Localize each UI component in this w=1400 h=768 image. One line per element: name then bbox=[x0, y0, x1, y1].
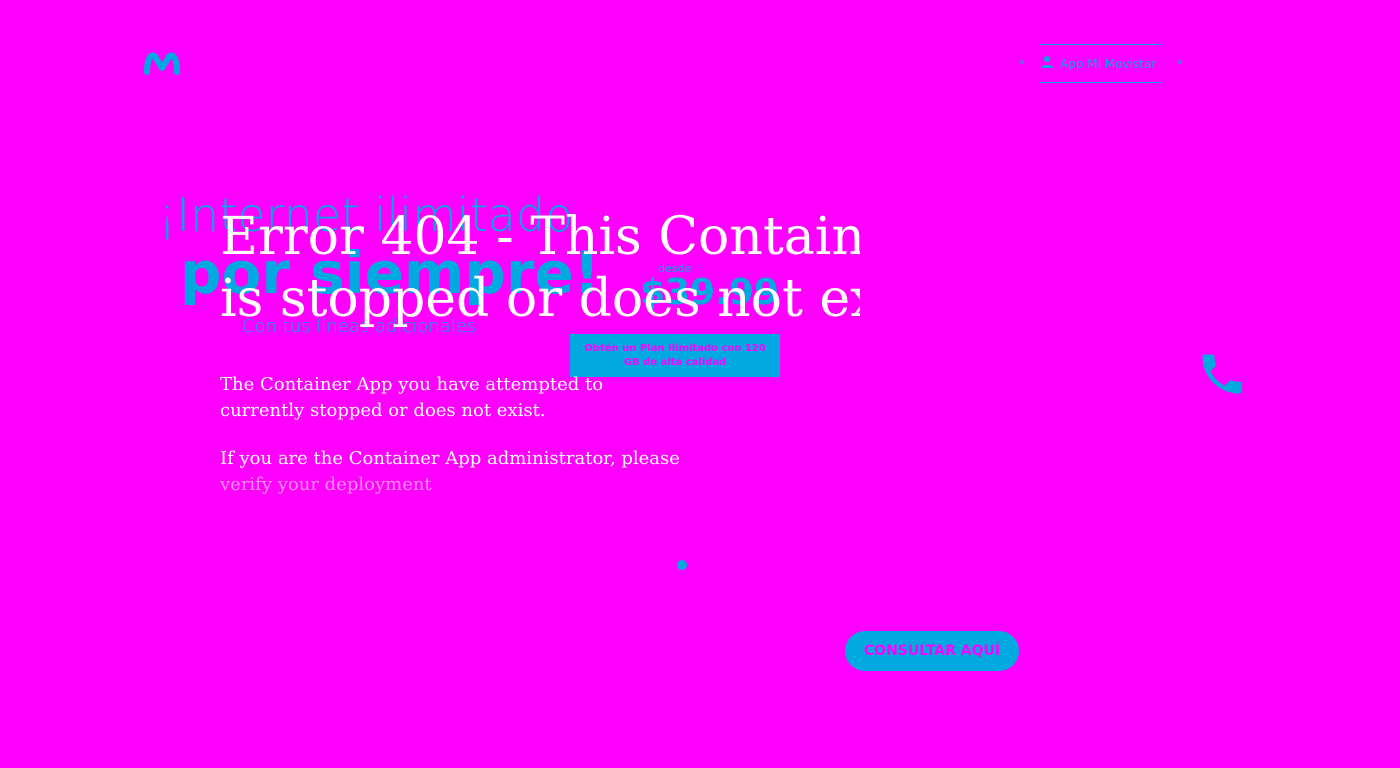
user-icon bbox=[1040, 55, 1054, 72]
error-p2-line-1: If you are the Container App administrat… bbox=[220, 448, 680, 469]
nav-dot-right bbox=[1178, 60, 1182, 64]
error-title-line-1: Error 404 - This Container bbox=[220, 207, 860, 267]
error-p2-line-2: verify your deployment bbox=[220, 474, 432, 495]
error-title: Error 404 - This Container is stopped or… bbox=[220, 206, 860, 336]
error-paragraph-2: If you are the Container App administrat… bbox=[220, 446, 690, 498]
error-title-line-2: is stopped or does not exist bbox=[220, 269, 860, 329]
error-p1-line-2: currently stopped or does not exist. bbox=[220, 400, 546, 421]
promo-box[interactable]: Obtén un Plan Ilimitado con 120 GB de al… bbox=[570, 334, 780, 377]
error-p1-line-1: The Container App you have attempted to bbox=[220, 374, 604, 395]
carousel-dot[interactable] bbox=[677, 560, 687, 570]
app-link-label: App Mi Movistar bbox=[1060, 56, 1157, 71]
phone-icon[interactable] bbox=[1196, 348, 1248, 400]
error-paragraph-1: The Container App you have attempted to … bbox=[220, 372, 690, 424]
app-mi-movistar-link[interactable]: App Mi Movistar bbox=[1040, 44, 1162, 83]
nav-dot-left bbox=[1020, 60, 1024, 64]
consultar-aqui-button[interactable]: CONSULTAR AQUÍ bbox=[845, 631, 1019, 671]
movistar-logo-icon[interactable] bbox=[144, 48, 180, 76]
